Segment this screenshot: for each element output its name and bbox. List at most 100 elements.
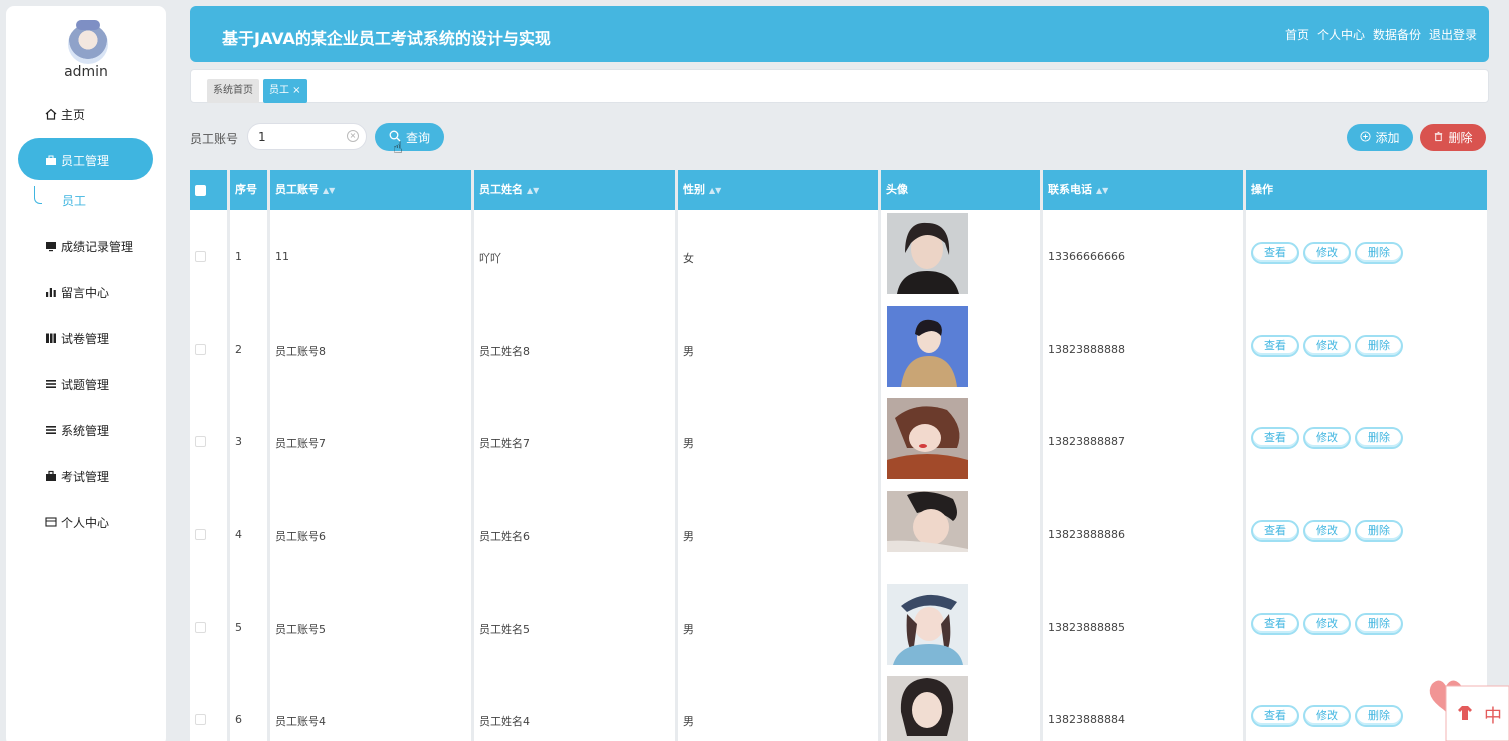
- menu-label: 系统管理: [61, 423, 110, 438]
- select-all-checkbox[interactable]: [195, 185, 206, 196]
- cell-gender: 男: [683, 530, 694, 543]
- view-button[interactable]: 查看: [1251, 520, 1299, 542]
- menu-item-employee-management[interactable]: 员工管理: [44, 150, 109, 170]
- cell-gender: 男: [683, 437, 694, 450]
- sort-icon[interactable]: ▲▼: [709, 186, 721, 195]
- employee-table: 序号 员工账号 ▲▼ 员工姓名 ▲▼ 性别 ▲▼ 头像 联系电话 ▲▼ 操作 1 11 …: [190, 170, 1487, 741]
- cell-no: 1: [235, 250, 242, 263]
- edit-button[interactable]: 修改: [1303, 242, 1351, 264]
- header-link-profile[interactable]: 个人中心: [1317, 26, 1365, 43]
- header-link-home[interactable]: 首页: [1285, 26, 1309, 43]
- edit-button[interactable]: 修改: [1303, 613, 1351, 635]
- sort-icon[interactable]: ▲▼: [527, 186, 539, 195]
- row-actions: 查看 修改 删除: [1251, 613, 1403, 635]
- delete-row-button[interactable]: 删除: [1355, 242, 1403, 264]
- tab-employee[interactable]: 员工 ×: [263, 79, 307, 103]
- list-icon: [44, 424, 57, 437]
- menu-label: 成绩记录管理: [61, 239, 134, 254]
- col-header-label: 性别: [683, 183, 705, 196]
- avatar-photo[interactable]: [887, 584, 968, 665]
- delete-row-button[interactable]: 删除: [1355, 427, 1403, 449]
- search-button[interactable]: 查询: [375, 123, 444, 151]
- book-icon: [44, 332, 57, 345]
- select-all-header: [190, 170, 227, 210]
- menu-item-exam-management[interactable]: 考试管理: [44, 466, 109, 486]
- cell-account: 员工账号4: [275, 715, 326, 728]
- menu-item-system-management[interactable]: 系统管理: [44, 420, 109, 440]
- cell-name: 员工姓名5: [479, 623, 530, 636]
- edit-button[interactable]: 修改: [1303, 520, 1351, 542]
- cell-no: 3: [235, 435, 242, 448]
- menu-item-message-center[interactable]: 留言中心: [44, 282, 109, 302]
- col-header-account[interactable]: 员工账号 ▲▼: [270, 170, 471, 210]
- delete-button[interactable]: 删除: [1420, 124, 1486, 151]
- cell-gender: 男: [683, 715, 694, 728]
- header-link-logout[interactable]: 退出登录: [1429, 26, 1477, 43]
- list-icon: [44, 378, 57, 391]
- menu-item-score-records[interactable]: 成绩记录管理: [44, 236, 133, 256]
- row-checkbox[interactable]: [195, 529, 206, 540]
- edit-button[interactable]: 修改: [1303, 427, 1351, 449]
- row-checkbox[interactable]: [195, 436, 206, 447]
- avatar-photo[interactable]: [887, 676, 968, 741]
- delete-row-button[interactable]: 删除: [1355, 613, 1403, 635]
- cell-no: 4: [235, 528, 242, 541]
- delete-row-button[interactable]: 删除: [1355, 520, 1403, 542]
- col-header-avatar: 头像: [881, 170, 1040, 210]
- table-row: 2 员工账号8 员工姓名8 男 13823888888 查看 修改 删除: [190, 304, 1487, 396]
- avatar-photo[interactable]: [887, 491, 968, 552]
- view-button[interactable]: 查看: [1251, 242, 1299, 264]
- edit-button[interactable]: 修改: [1303, 335, 1351, 357]
- card-icon: [44, 516, 57, 529]
- col-header-no: 序号: [230, 170, 267, 210]
- submenu-item-employee[interactable]: 员工: [62, 192, 86, 209]
- search-label: 员工账号: [190, 132, 239, 146]
- col-header-phone[interactable]: 联系电话 ▲▼: [1043, 170, 1243, 210]
- username: admin: [64, 64, 108, 80]
- cell-no: 6: [235, 713, 242, 726]
- sort-icon[interactable]: ▲▼: [1096, 186, 1108, 195]
- view-button[interactable]: 查看: [1251, 613, 1299, 635]
- delete-row-button[interactable]: 删除: [1355, 705, 1403, 727]
- row-checkbox[interactable]: [195, 344, 206, 355]
- avatar-photo[interactable]: [887, 213, 968, 294]
- col-header-name[interactable]: 员工姓名 ▲▼: [474, 170, 675, 210]
- avatar-photo[interactable]: [887, 398, 968, 479]
- row-checkbox[interactable]: [195, 622, 206, 633]
- row-actions: 查看 修改 删除: [1251, 242, 1403, 264]
- view-button[interactable]: 查看: [1251, 427, 1299, 449]
- toolbox-icon: [44, 470, 57, 483]
- row-checkbox[interactable]: [195, 714, 206, 725]
- top-header: 基于JAVA的某企业员工考试系统的设计与实现 首页 个人中心 数据备份 退出登录: [190, 6, 1489, 62]
- menu-item-question-management[interactable]: 试题管理: [44, 374, 109, 394]
- menu-item-personal-center[interactable]: 个人中心: [44, 512, 109, 532]
- cell-account: 员工账号5: [275, 623, 326, 636]
- col-header-gender[interactable]: 性别 ▲▼: [678, 170, 878, 210]
- cell-gender: 女: [683, 252, 694, 265]
- cell-name: 员工姓名6: [479, 530, 530, 543]
- cell-no: 5: [235, 621, 242, 634]
- delete-row-button[interactable]: 删除: [1355, 335, 1403, 357]
- menu-label: 试卷管理: [61, 331, 110, 346]
- row-checkbox[interactable]: [195, 251, 206, 262]
- view-button[interactable]: 查看: [1251, 705, 1299, 727]
- table-row: 5 员工账号5 员工姓名5 男 13823888885 查看 修改 删除: [190, 582, 1487, 674]
- menu-item-paper-management[interactable]: 试卷管理: [44, 328, 109, 348]
- avatar[interactable]: [68, 20, 108, 64]
- clear-icon[interactable]: ×: [347, 130, 359, 142]
- sort-icon[interactable]: ▲▼: [323, 186, 335, 195]
- cell-name: 吖吖: [479, 252, 501, 265]
- add-button[interactable]: 添加: [1347, 124, 1413, 151]
- avatar-photo[interactable]: [887, 306, 968, 387]
- view-button[interactable]: 查看: [1251, 335, 1299, 357]
- decoration-text: 中: [1484, 706, 1502, 727]
- edit-button[interactable]: 修改: [1303, 705, 1351, 727]
- menu-item-home[interactable]: 主页: [44, 104, 85, 124]
- submenu-connector: [34, 186, 42, 204]
- tab-system-home[interactable]: 系统首页: [207, 79, 259, 103]
- cell-gender: 男: [683, 345, 694, 358]
- col-header-label: 员工账号: [275, 183, 319, 196]
- header-link-backup[interactable]: 数据备份: [1373, 26, 1421, 43]
- delete-button-label: 删除: [1448, 131, 1473, 145]
- cell-account: 11: [275, 250, 289, 263]
